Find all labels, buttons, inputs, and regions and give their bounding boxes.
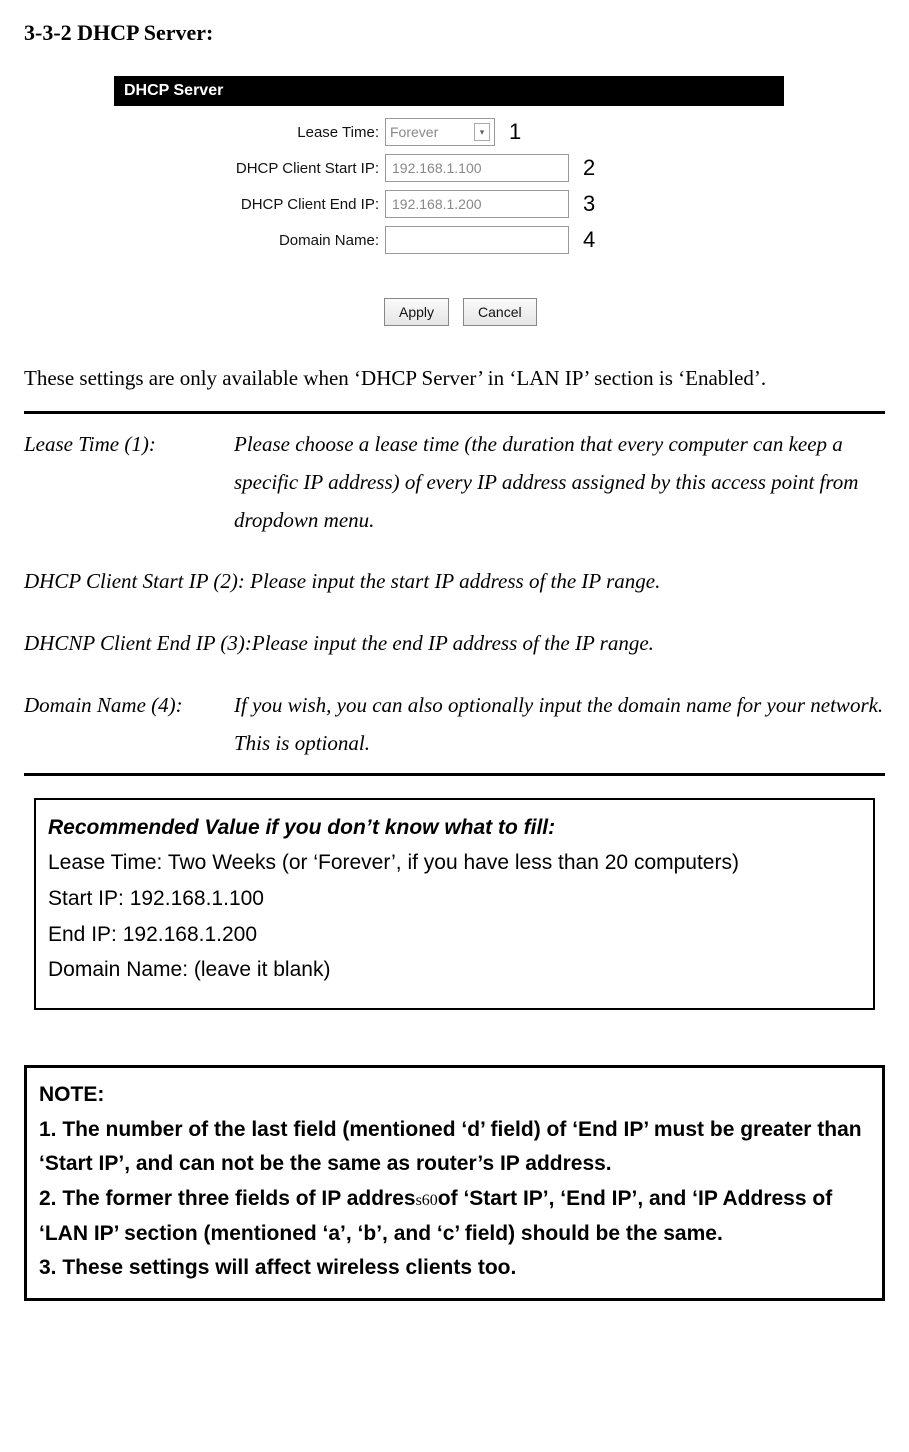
label-end-ip: DHCP Client End IP: <box>114 196 385 213</box>
note-title: NOTE: <box>39 1078 870 1113</box>
cancel-button[interactable]: Cancel <box>463 298 537 326</box>
note-box: NOTE: 1. The number of the last field (m… <box>24 1065 885 1301</box>
form-button-row: Apply Cancel <box>384 298 814 326</box>
form-row-end-ip: DHCP Client End IP: 192.168.1.200 3 <box>114 186 814 222</box>
def-end-ip: DHCNP Client End IP (3):Please input the… <box>24 625 885 663</box>
note-line-2: 2. The former three fields of IP address… <box>39 1182 870 1251</box>
rec-lease-time: Lease Time: Two Weeks (or ‘Forever’, if … <box>48 845 861 881</box>
note-line-2a: 2. The former three fields of IP addres <box>39 1187 416 1210</box>
form-row-domain-name: Domain Name: 4 <box>114 222 814 258</box>
def-domain-name-text: If you wish, you can also optionally inp… <box>234 687 885 763</box>
rec-start-ip: Start IP: 192.168.1.100 <box>48 881 861 917</box>
form-banner: DHCP Server <box>114 76 784 106</box>
lease-time-select[interactable]: Forever ▾ <box>385 118 495 146</box>
def-lease-time-label: Lease Time (1): <box>24 426 234 539</box>
page-number-inline: 60 <box>422 1192 438 1209</box>
callout-3: 3 <box>583 191 595 217</box>
def-start-ip: DHCP Client Start IP (2): Please input t… <box>24 563 885 601</box>
start-ip-value: 192.168.1.100 <box>392 160 482 176</box>
rec-domain-name: Domain Name: (leave it blank) <box>48 952 861 988</box>
callout-4: 4 <box>583 227 595 253</box>
rec-title: Recommended Value if you don’t know what… <box>48 810 861 846</box>
form-row-start-ip: DHCP Client Start IP: 192.168.1.100 2 <box>114 150 814 186</box>
def-lease-time: Lease Time (1): Please choose a lease ti… <box>24 426 885 539</box>
note-line-3: 3. These settings will affect wireless c… <box>39 1251 870 1286</box>
lease-time-value: Forever <box>390 124 438 140</box>
end-ip-input[interactable]: 192.168.1.200 <box>385 190 569 218</box>
form-table: Lease Time: Forever ▾ 1 DHCP Client Star… <box>114 114 814 326</box>
rec-end-ip: End IP: 192.168.1.200 <box>48 917 861 953</box>
def-domain-name-label: Domain Name (4): <box>24 687 234 763</box>
label-start-ip: DHCP Client Start IP: <box>114 160 385 177</box>
def-lease-time-text: Please choose a lease time (the duration… <box>234 426 885 539</box>
callout-2: 2 <box>583 155 595 181</box>
start-ip-input[interactable]: 192.168.1.100 <box>385 154 569 182</box>
definitions-block: Lease Time (1): Please choose a lease ti… <box>24 411 885 776</box>
label-domain-name: Domain Name: <box>114 232 385 249</box>
apply-button[interactable]: Apply <box>384 298 449 326</box>
note-line-1: 1. The number of the last field (mention… <box>39 1113 870 1182</box>
intro-paragraph: These settings are only available when ‘… <box>24 366 885 391</box>
domain-name-input[interactable] <box>385 226 569 254</box>
chevron-down-icon: ▾ <box>474 123 490 141</box>
end-ip-value: 192.168.1.200 <box>392 196 482 212</box>
label-lease-time: Lease Time: <box>114 124 385 141</box>
dhcp-server-form-screenshot: DHCP Server Lease Time: Forever ▾ 1 DHCP… <box>114 76 814 326</box>
form-row-lease-time: Lease Time: Forever ▾ 1 <box>114 114 814 150</box>
recommended-values-box: Recommended Value if you don’t know what… <box>34 798 875 1010</box>
def-domain-name: Domain Name (4): If you wish, you can al… <box>24 687 885 763</box>
section-heading: 3-3-2 DHCP Server: <box>24 20 885 46</box>
callout-1: 1 <box>509 119 521 145</box>
